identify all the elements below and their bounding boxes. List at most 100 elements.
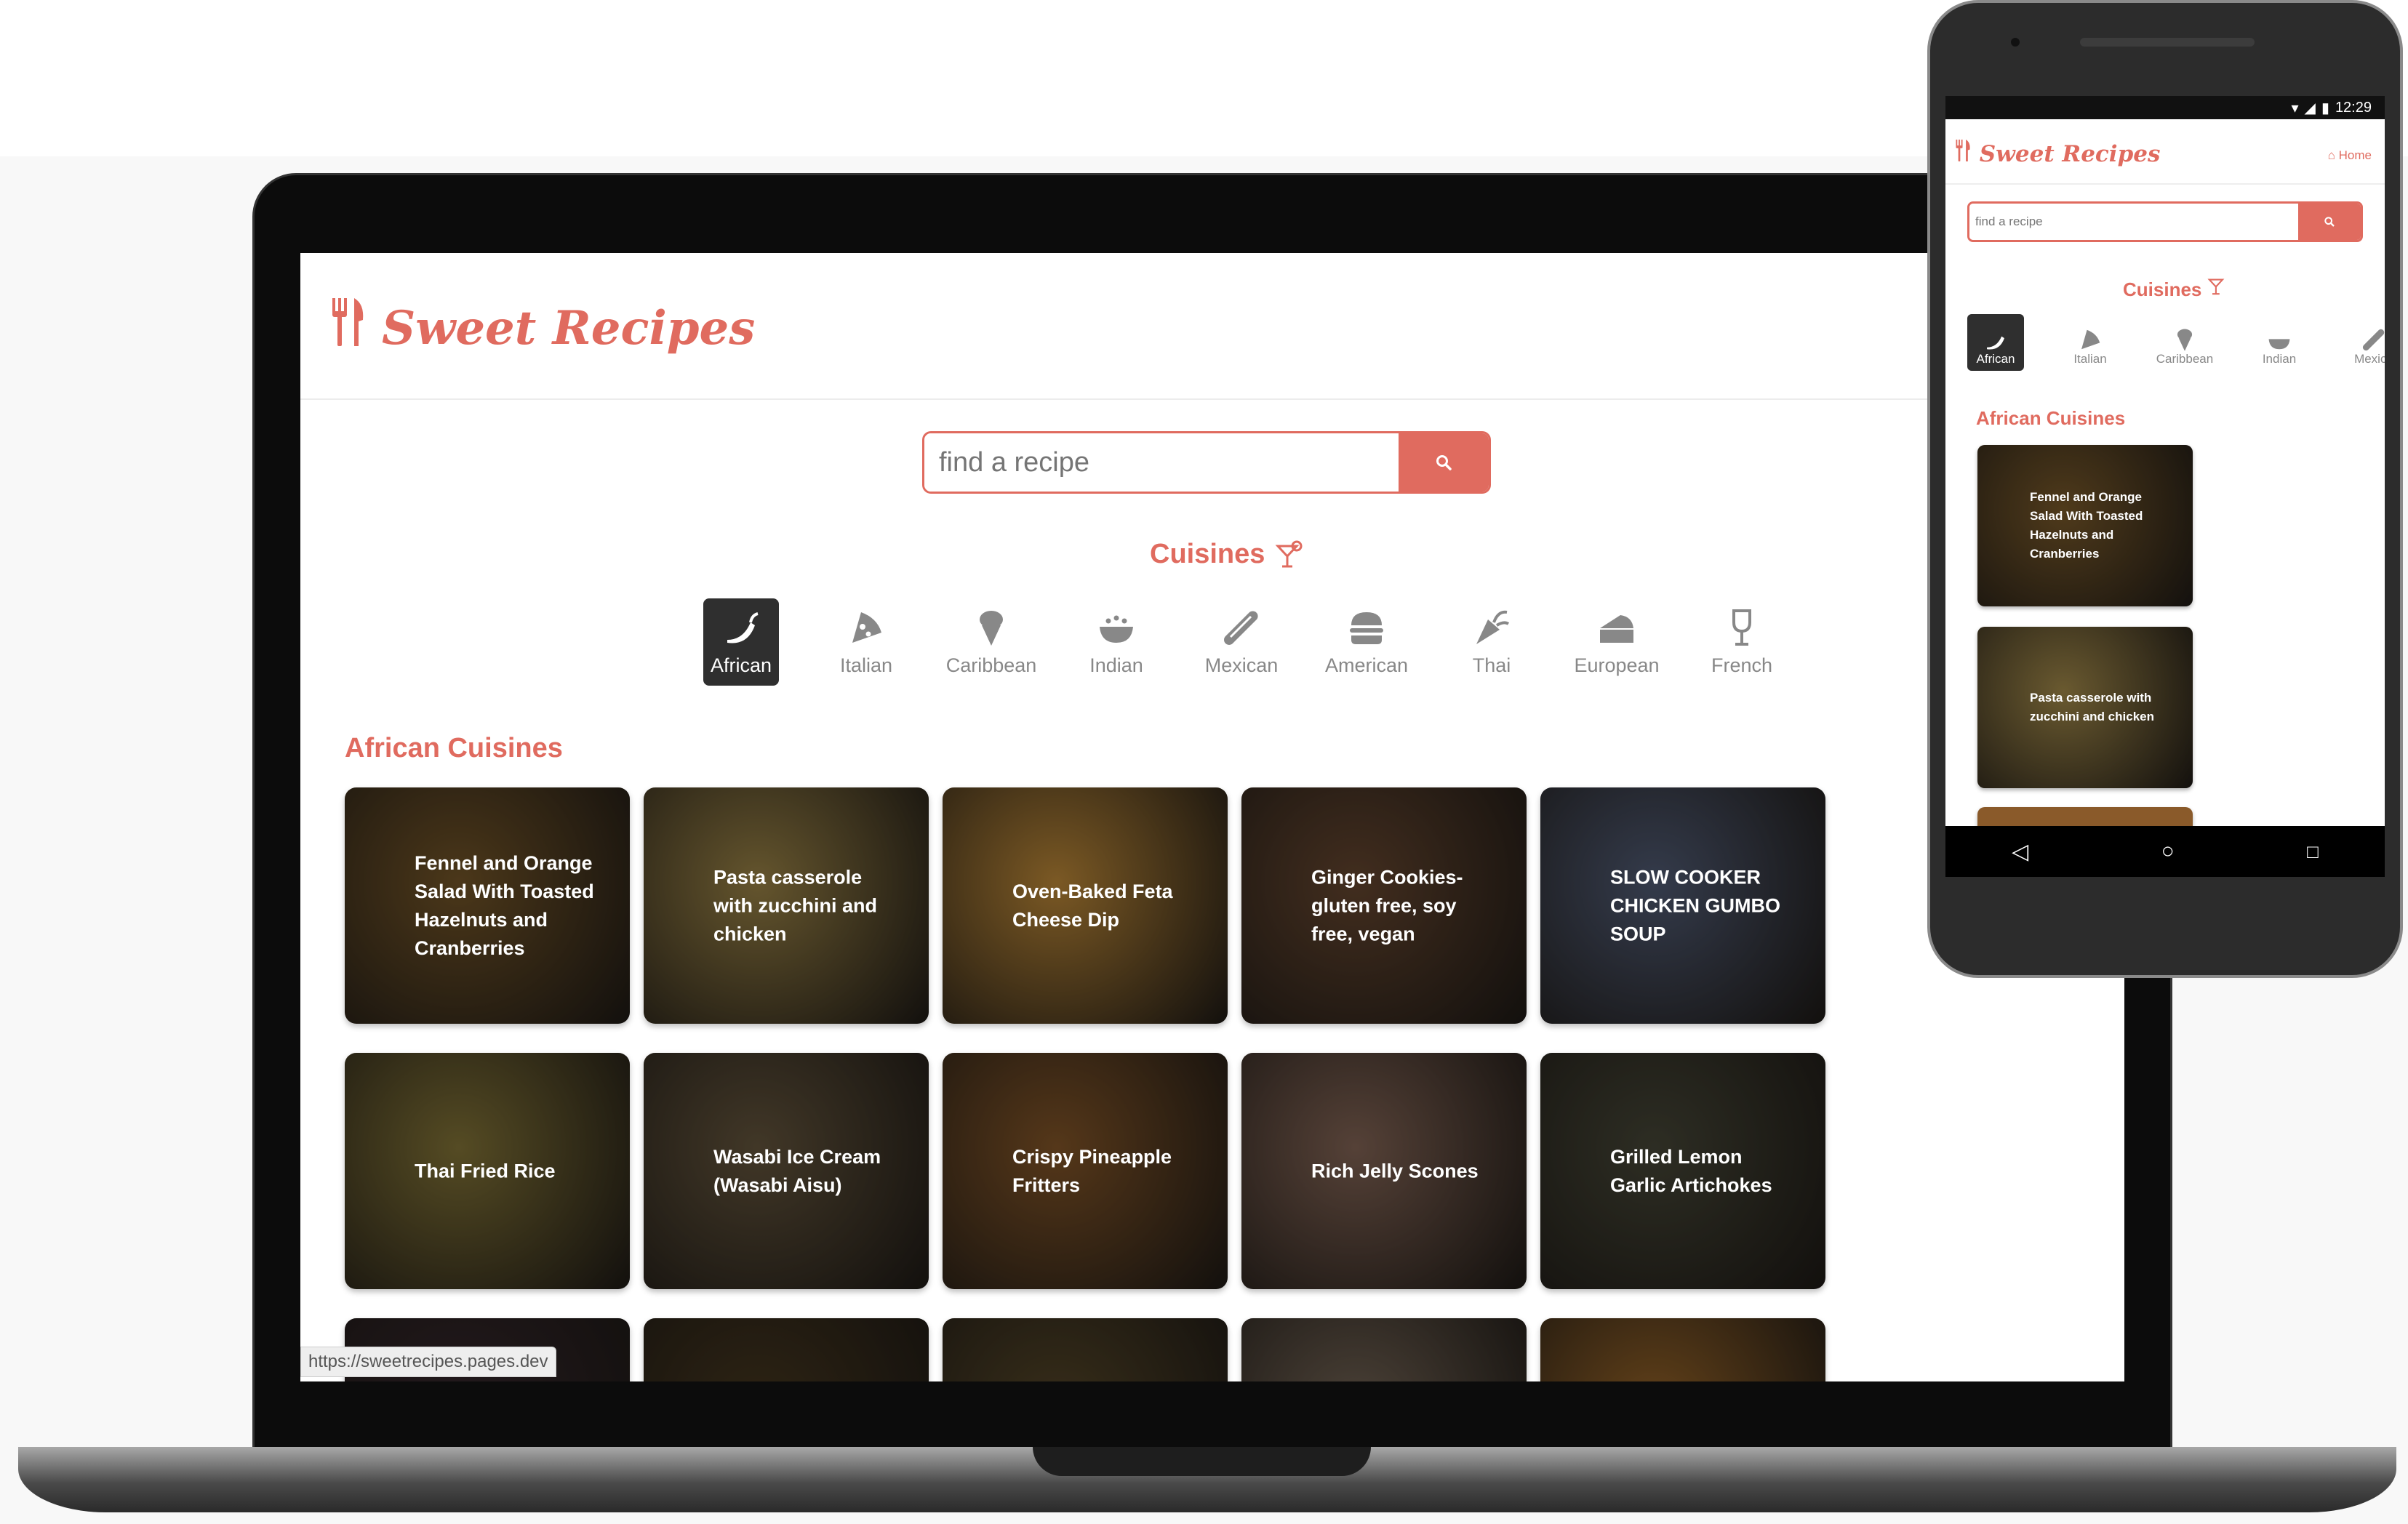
recipe-card[interactable] xyxy=(1540,1318,1825,1381)
tab-american[interactable]: American xyxy=(1304,598,1429,686)
tab-label: Caribbean xyxy=(945,654,1037,676)
phone-tab-mexico[interactable]: Mexico xyxy=(2327,314,2385,371)
tab-label: French xyxy=(1711,654,1773,676)
status-url: https://sweetrecipes.pages.dev xyxy=(300,1347,556,1377)
recipe-title: Grilled Lemon Garlic Artichokes xyxy=(1610,1145,1772,1196)
signal-icon: ◢ xyxy=(2304,100,2316,116)
tab-label: Italian xyxy=(839,654,893,676)
recipe-title: Crispy Pineapple Fritters xyxy=(1012,1145,1172,1196)
phone-site-header: Sweet Recipes ⌂ Home xyxy=(1945,119,2385,185)
search-bar xyxy=(922,431,1491,494)
phone-search-input[interactable] xyxy=(1969,204,2298,240)
recipe-title: Ginger Cookies- gluten free, soy free, v… xyxy=(1311,866,1463,945)
phone-cuisine-tabs: African Italian Caribbean Indian Mexico xyxy=(1967,314,2385,371)
search-input[interactable] xyxy=(924,433,1399,492)
phone-recipe-title: Pasta casserole with zucchini and chicke… xyxy=(2030,691,2154,723)
device-mockup-stage: { "brand": {"name": "Sweet Recipes", "co… xyxy=(0,0,2408,1524)
tab-mexican[interactable]: Mexican xyxy=(1179,598,1304,686)
search-button[interactable] xyxy=(1399,433,1489,492)
pizza-slice-icon xyxy=(2081,329,2100,350)
phone-time: 12:29 xyxy=(2335,99,2372,116)
home-link[interactable]: ⌂ Home xyxy=(2328,148,2372,163)
recipe-card[interactable]: Cornish Game xyxy=(943,1318,1228,1381)
phone-search-bar xyxy=(1967,201,2363,242)
recipe-title: Fennel and Orange Salad With Toasted Haz… xyxy=(415,851,594,959)
recipe-card[interactable] xyxy=(644,1318,929,1381)
site-header: Sweet Recipes xyxy=(300,253,2124,400)
cocktail-icon xyxy=(1275,540,1303,567)
phone-tab-indian[interactable]: Indian xyxy=(2232,314,2327,371)
recipe-card[interactable]: Roasted Lemon xyxy=(1241,1318,1527,1381)
tab-french[interactable]: French xyxy=(1679,598,1804,686)
tab-label: Indian xyxy=(1089,654,1143,676)
rice-bowl-icon xyxy=(1100,615,1133,643)
phone-section-title: African Cuisines xyxy=(1976,407,2126,429)
tab-european[interactable]: European xyxy=(1554,598,1679,686)
recipe-card[interactable]: Grilled Lemon Garlic Artichokes xyxy=(1540,1053,1825,1289)
phone-tab-label: Indian xyxy=(2262,352,2297,366)
home-label: Home xyxy=(2338,148,2372,162)
phone-recipe-card[interactable]: Pasta casserole with zucchini and chicke… xyxy=(1977,627,2193,788)
phone-tab-italian[interactable]: Italian xyxy=(2043,314,2137,371)
phone-camera xyxy=(2011,38,2020,47)
recipe-card[interactable]: Ginger Cookies- gluten free, soy free, v… xyxy=(1241,787,1527,1024)
site-name: Sweet Recipes xyxy=(382,300,756,356)
recipe-card[interactable]: Rich Jelly Scones xyxy=(1241,1053,1527,1289)
home-nav-icon[interactable]: ○ xyxy=(2161,839,2175,864)
site-logo[interactable]: Sweet Recipes xyxy=(329,298,755,358)
recipe-card[interactable]: Oven-Baked Feta Cheese Dip xyxy=(943,787,1228,1024)
phone-tab-label: African xyxy=(1976,352,2015,366)
section-title: African Cuisines xyxy=(345,733,563,763)
laptop-screen: Sweet Recipes Cuisines African Italian C… xyxy=(300,253,2124,1381)
phone-tab-caribbean[interactable]: Caribbean xyxy=(2137,314,2232,371)
phone-cuisines-heading: Cuisines xyxy=(2123,276,2228,301)
phone-cuisines-heading-text: Cuisines xyxy=(2123,278,2202,300)
phone-screen: ▾ ◢ ▮ 12:29 Sweet Recipes ⌂ Home Cuisine… xyxy=(1945,96,2385,877)
hamburger-icon xyxy=(1350,612,1383,644)
tab-indian[interactable]: Indian xyxy=(1054,598,1179,686)
hotdog-icon xyxy=(2362,329,2385,351)
chili-pepper-icon xyxy=(1987,336,2004,350)
recipe-card[interactable]: Thai Fried Rice xyxy=(345,1053,630,1289)
tab-african[interactable]: African xyxy=(703,598,779,686)
recipe-card[interactable]: Pasta casserole with zucchini and chicke… xyxy=(644,787,929,1024)
phone-site-logo[interactable]: Sweet Recipes xyxy=(1954,140,2160,167)
cheese-icon xyxy=(1600,615,1633,643)
cuisine-tabs: African Italian Caribbean Indian Mexican… xyxy=(679,598,1804,686)
cuisines-heading-text: Cuisines xyxy=(1150,539,1265,569)
tab-label: Mexican xyxy=(1204,654,1279,676)
recipe-card[interactable]: Crispy Pineapple Fritters xyxy=(943,1053,1228,1289)
tab-label: European xyxy=(1574,654,1660,676)
cocktail-icon xyxy=(2207,278,2225,295)
phone-site-name: Sweet Recipes xyxy=(1979,141,2161,167)
phone-tab-african[interactable]: African xyxy=(1967,314,2024,371)
carrot-icon xyxy=(1476,610,1510,644)
phone-search-button[interactable] xyxy=(2298,204,2361,240)
phone-speaker xyxy=(2080,38,2255,47)
tab-thai[interactable]: Thai xyxy=(1429,598,1554,686)
hotdog-icon xyxy=(1224,611,1258,645)
tab-label: American xyxy=(1324,654,1409,676)
card-overlay xyxy=(1241,1318,1527,1381)
phone-tab-label: Caribbean xyxy=(2156,352,2214,366)
tab-italian[interactable]: Italian xyxy=(804,598,929,686)
phone-recipe-card[interactable]: Fennel and Orange Salad With Toasted Haz… xyxy=(1977,445,2193,606)
pizza-slice-icon xyxy=(852,612,881,643)
wine-glass-icon xyxy=(1732,609,1751,646)
ice-cream-icon xyxy=(2177,329,2193,351)
search-icon xyxy=(1436,455,1452,470)
battery-icon: ▮ xyxy=(2321,100,2329,116)
back-icon[interactable]: ◁ xyxy=(2012,839,2028,865)
recipe-card[interactable]: SLOW COOKER CHICKEN GUMBO SOUP xyxy=(1540,787,1825,1024)
recipe-card[interactable]: Fennel and Orange Salad With Toasted Haz… xyxy=(345,787,630,1024)
recipe-card[interactable]: Wasabi Ice Cream (Wasabi Aisu) xyxy=(644,1053,929,1289)
fork-knife-icon xyxy=(1954,140,1980,167)
card-overlay xyxy=(943,1318,1228,1381)
recipe-title: Wasabi Ice Cream (Wasabi Aisu) xyxy=(713,1145,881,1196)
recents-icon[interactable]: □ xyxy=(2307,841,2319,863)
wifi-icon: ▾ xyxy=(2291,100,2299,116)
chili-pepper-icon xyxy=(727,612,759,643)
tab-label: Thai xyxy=(1472,654,1511,676)
tab-caribbean[interactable]: Caribbean xyxy=(929,598,1054,686)
laptop-hinge-notch xyxy=(1033,1447,1371,1476)
